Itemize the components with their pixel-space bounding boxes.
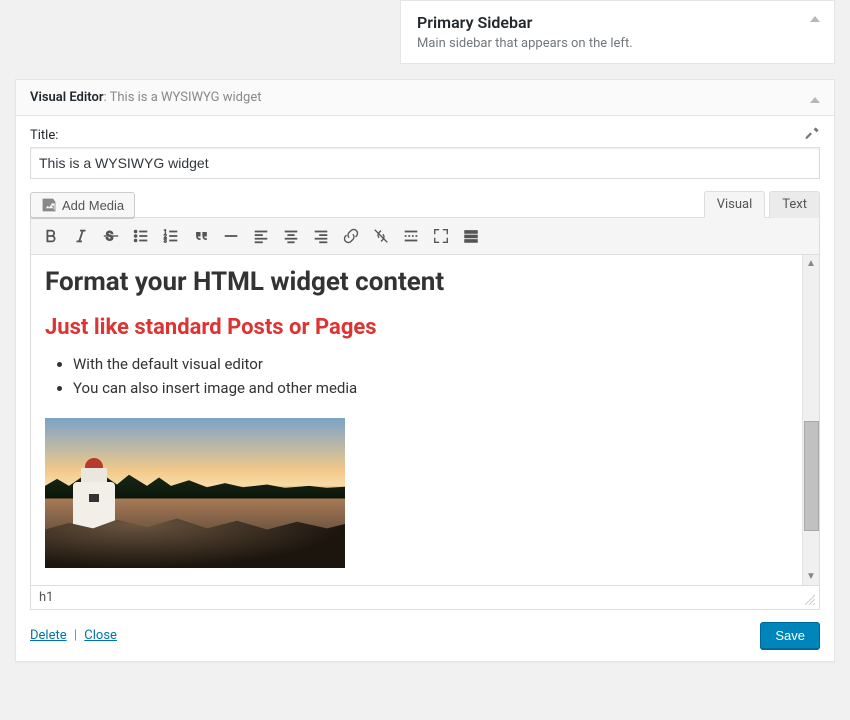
title-input[interactable]: [30, 147, 820, 179]
close-link[interactable]: Close: [84, 628, 117, 643]
element-path[interactable]: h1: [39, 590, 53, 605]
tab-visual[interactable]: Visual: [704, 191, 766, 218]
strikethrough-button[interactable]: S: [97, 222, 125, 250]
editor-content[interactable]: Format your HTML widget content Just lik…: [31, 255, 802, 585]
tab-text[interactable]: Text: [769, 191, 820, 218]
sidebar-area-header[interactable]: Primary Sidebar Main sidebar that appear…: [400, 0, 835, 64]
collapse-icon[interactable]: [810, 92, 820, 107]
scroll-thumb[interactable]: [804, 421, 819, 531]
editor-area: Format your HTML widget content Just lik…: [30, 255, 820, 586]
bullet-list-button[interactable]: [127, 222, 155, 250]
element-path-bar: h1: [30, 586, 820, 610]
toolbar-toggle-button[interactable]: [457, 222, 485, 250]
collapse-icon[interactable]: [810, 11, 820, 26]
save-button[interactable]: Save: [760, 622, 820, 649]
widget-footer: Delete | Close Save: [30, 622, 820, 649]
separator: |: [74, 628, 77, 643]
fullscreen-button[interactable]: [427, 222, 455, 250]
list-item: With the default visual editor: [73, 352, 788, 376]
add-media-label: Add Media: [62, 198, 124, 213]
blockquote-button[interactable]: [187, 222, 215, 250]
widget-header-subtitle: : This is a WYSIWYG widget: [104, 90, 262, 105]
numbered-list-button[interactable]: 123: [157, 222, 185, 250]
svg-text:S: S: [106, 230, 114, 245]
list-item: You can also insert image and other medi…: [73, 376, 788, 400]
widget-header-label: Visual Editor: [30, 90, 104, 105]
italic-button[interactable]: [67, 222, 95, 250]
media-icon: [41, 197, 57, 213]
add-media-button[interactable]: Add Media: [30, 192, 135, 218]
align-left-button[interactable]: [247, 222, 275, 250]
bold-button[interactable]: [37, 222, 65, 250]
content-heading: Format your HTML widget content: [45, 267, 788, 297]
unlink-button[interactable]: [367, 222, 395, 250]
align-center-button[interactable]: [277, 222, 305, 250]
clear-title-icon[interactable]: [804, 126, 820, 146]
scroll-down-icon[interactable]: ▼: [804, 568, 819, 585]
horizontal-rule-button[interactable]: [217, 222, 245, 250]
editor-scrollbar[interactable]: ▲ ▼: [802, 255, 819, 585]
delete-link[interactable]: Delete: [30, 628, 67, 643]
widget-header[interactable]: Visual Editor: This is a WYSIWYG widget: [16, 80, 834, 116]
content-image[interactable]: [45, 418, 345, 568]
svg-text:3: 3: [164, 238, 167, 244]
sidebar-area-description: Main sidebar that appears on the left.: [417, 36, 818, 51]
editor-tabs: Visual Text: [700, 191, 820, 218]
widget-body: Title: Add Media Visual Text S 123: [16, 116, 834, 661]
widget-container: Visual Editor: This is a WYSIWYG widget …: [15, 79, 835, 662]
resize-handle-icon[interactable]: [803, 593, 815, 605]
sidebar-area-title: Primary Sidebar: [417, 13, 818, 32]
content-list: With the default visual editor You can a…: [73, 352, 788, 400]
title-label: Title:: [30, 128, 820, 143]
content-subheading: Just like standard Posts or Pages: [45, 315, 788, 340]
scroll-up-icon[interactable]: ▲: [804, 255, 819, 272]
link-button[interactable]: [337, 222, 365, 250]
insert-more-button[interactable]: [397, 222, 425, 250]
editor-toolbar: S 123: [30, 217, 820, 255]
align-right-button[interactable]: [307, 222, 335, 250]
